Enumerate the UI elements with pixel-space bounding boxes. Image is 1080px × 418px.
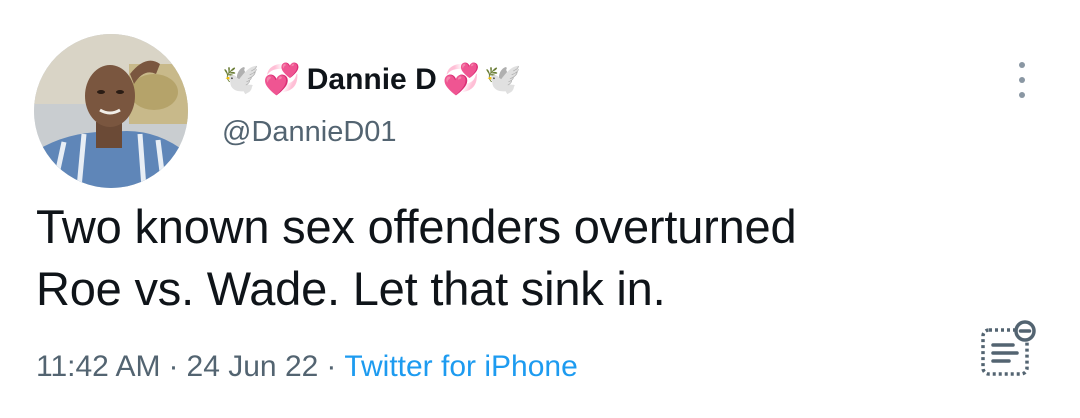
tweet-text-line: Two known sex offenders overturned bbox=[36, 200, 797, 253]
more-vertical-icon[interactable] bbox=[1007, 60, 1037, 100]
heart-emoji: 💞 bbox=[442, 62, 481, 97]
tweet-source-link[interactable]: Twitter for iPhone bbox=[344, 350, 577, 383]
meta-separator: · bbox=[168, 350, 179, 383]
author-name-row[interactable]: 🕊️ 💞 Dannie D 💞 🕊️ bbox=[222, 58, 521, 102]
tweet-time[interactable]: 11:42 AM bbox=[36, 350, 161, 383]
tweet-text-line: Roe vs. Wade. Let that sink in. bbox=[36, 262, 666, 315]
avatar[interactable] bbox=[34, 34, 188, 188]
tweet-meta: 11:42 AM · 24 Jun 22 · Twitter for iPhone bbox=[36, 347, 578, 387]
tweet-analytics-icon[interactable] bbox=[975, 318, 1041, 384]
dot bbox=[1019, 77, 1025, 83]
author-handle[interactable]: @DannieD01 bbox=[222, 116, 397, 149]
tweet-text: Two known sex offenders overturned Roe v… bbox=[36, 196, 1036, 320]
dove-emoji: 🕊️ bbox=[222, 62, 260, 97]
dot bbox=[1019, 62, 1025, 68]
avatar-photo bbox=[34, 34, 188, 188]
tweet-card[interactable]: 🕊️ 💞 Dannie D 💞 🕊️ @DannieD01 Two known … bbox=[0, 0, 1080, 418]
dot bbox=[1019, 92, 1025, 98]
dove-emoji: 🕊️ bbox=[484, 62, 522, 97]
heart-emoji: 💞 bbox=[263, 62, 301, 97]
display-name[interactable]: Dannie D bbox=[307, 63, 437, 97]
tweet-date[interactable]: 24 Jun 22 bbox=[187, 350, 319, 383]
meta-separator: · bbox=[326, 350, 337, 383]
